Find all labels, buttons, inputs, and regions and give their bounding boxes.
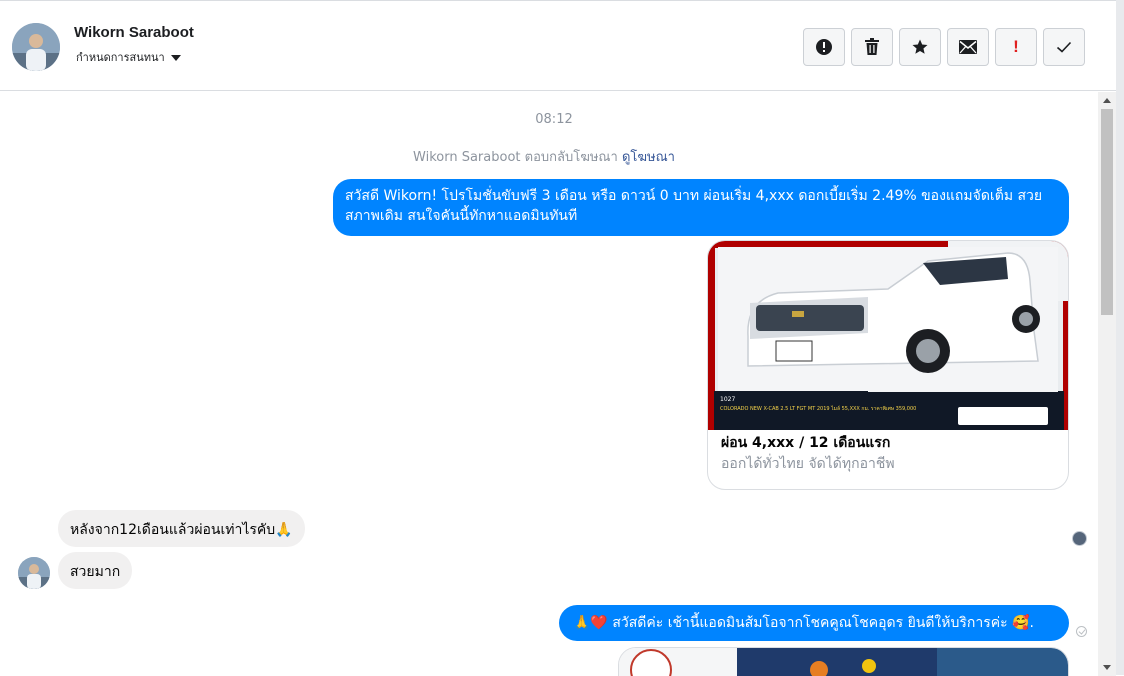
trash-icon — [865, 38, 879, 55]
conversation-header: Wikorn Saraboot กำหนดการสนทนา ! — [0, 2, 1116, 91]
ad-card[interactable]: 1027 COLORADO NEW X-CAB 2.5 LT FGT MT 20… — [707, 240, 1069, 490]
partial-card-image — [619, 648, 1068, 676]
incoming-message[interactable]: หลังจาก12เดือนแล้วผ่อนเท่าไรคับ🙏 — [58, 510, 305, 547]
message-thread[interactable]: 08:12 Wikorn Saraboot ตอบกลับโฆษณา ดูโฆษ… — [0, 92, 1098, 676]
report-button[interactable] — [803, 28, 845, 66]
conversation-settings-dropdown[interactable]: กำหนดการสนทนา — [76, 48, 181, 66]
conversation-settings-label: กำหนดการสนทนา — [76, 51, 165, 64]
ad-reply-note: Wikorn Saraboot ตอบกลับโฆษณา ดูโฆษณา — [0, 146, 1088, 167]
scroll-down-arrow-icon[interactable] — [1098, 659, 1116, 676]
star-icon — [912, 39, 928, 54]
ad-reply-text: Wikorn Saraboot ตอบกลับโฆษณา — [413, 150, 618, 165]
ad-card-title: ผ่อน 4,xxx / 12 เดือนแรก — [721, 435, 891, 451]
sent-check-icon — [1076, 626, 1087, 637]
scrollbar-thumb[interactable] — [1101, 109, 1113, 315]
partial-image-card[interactable] — [618, 647, 1069, 676]
sender-avatar[interactable] — [18, 557, 50, 589]
ad-card-subtitle: ออกได้ทั่วไทย จัดได้ทุกอาชีพ — [721, 456, 895, 472]
star-button[interactable] — [899, 28, 941, 66]
important-button[interactable]: ! — [995, 28, 1037, 66]
mark-done-button[interactable] — [1043, 28, 1085, 66]
mark-unread-button[interactable] — [947, 28, 989, 66]
outgoing-message[interactable]: 🙏❤️ สวัสดีค่ะ เช้านี้แอดมินส้มโอจากโชคคู… — [559, 605, 1069, 641]
alert-circle-icon — [816, 39, 832, 55]
scroll-up-arrow-icon[interactable] — [1098, 92, 1116, 109]
messenger-window: Wikorn Saraboot กำหนดการสนทนา ! 08:12 Wi… — [0, 0, 1116, 676]
caret-down-icon — [170, 55, 181, 61]
view-ad-link[interactable]: ดูโฆษณา — [622, 150, 675, 165]
svg-text:1027: 1027 — [720, 396, 735, 403]
svg-text:COLORADO NEW X-CAB 2.5 LT FGT: COLORADO NEW X-CAB 2.5 LT FGT MT 2019 ไม… — [720, 405, 916, 412]
thread-scrollbar[interactable] — [1098, 92, 1116, 676]
outgoing-message[interactable]: สวัสดี Wikorn! โปรโมชั่นขับฟรี 3 เดือน ห… — [333, 179, 1069, 236]
exclamation-icon: ! — [1013, 37, 1019, 56]
check-icon — [1056, 41, 1072, 53]
seen-indicator-avatar — [1072, 531, 1087, 546]
envelope-icon — [959, 40, 977, 54]
contact-avatar[interactable] — [12, 23, 60, 71]
conversation-toolbar: ! — [803, 28, 1085, 66]
thread-timestamp: 08:12 — [535, 112, 573, 127]
incoming-message[interactable]: สวยมาก — [58, 552, 133, 589]
delete-button[interactable] — [851, 28, 893, 66]
car-image: 1027 COLORADO NEW X-CAB 2.5 LT FGT MT 20… — [708, 241, 1068, 430]
contact-name[interactable]: Wikorn Saraboot — [74, 24, 194, 41]
window-edge — [1116, 0, 1124, 675]
